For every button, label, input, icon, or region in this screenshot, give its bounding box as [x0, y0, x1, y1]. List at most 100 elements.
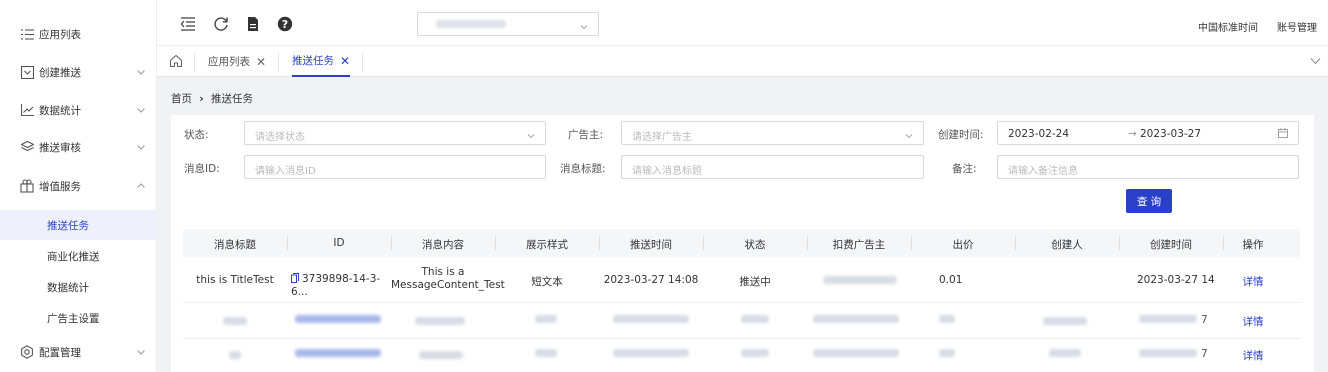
document-icon[interactable]	[245, 16, 261, 32]
refresh-icon[interactable]	[213, 16, 229, 32]
query-button[interactable]: 查 询	[1126, 189, 1172, 213]
table-header-cell: 创建时间	[1150, 239, 1192, 251]
chevron-up-icon	[136, 181, 146, 191]
redacted-cell	[939, 349, 955, 357]
redacted-cell	[1043, 317, 1087, 325]
gear-icon	[20, 345, 34, 359]
tab-app-list[interactable]: 应用列表 ✕	[208, 46, 266, 77]
created-date-range[interactable]: 2023-02-24 → 2023-03-27	[997, 121, 1299, 145]
sidebar-sub-item-advertiser-settings[interactable]: 广告主设置	[0, 303, 157, 333]
redacted-cell	[415, 317, 465, 325]
sidebar-item-label: 创建推送	[39, 66, 81, 79]
remark-input[interactable]: 请输入备注信息	[997, 155, 1299, 179]
line-chart-icon	[20, 103, 34, 117]
message-title-input[interactable]: 请输入消息标题	[621, 155, 924, 179]
redacted-cell	[295, 349, 381, 357]
tab-separator	[194, 52, 195, 72]
close-icon[interactable]: ✕	[256, 55, 266, 69]
redacted-cell	[741, 349, 769, 357]
sidebar-item-label: 数据统计	[39, 104, 81, 117]
account-management-link[interactable]: 账号管理	[1277, 19, 1317, 34]
detail-link[interactable]: 详情	[1213, 348, 1293, 363]
table-row: 7 详情	[183, 303, 1300, 339]
redacted-cell	[419, 351, 463, 359]
tab-label: 推送任务	[292, 55, 334, 67]
cell-created-time: 2023-03-27 14	[1137, 274, 1215, 286]
cell-content-line: This is a	[421, 266, 465, 278]
chevron-down-icon	[580, 21, 588, 30]
cell-bid: 0.01	[939, 274, 963, 286]
redacted-advertiser	[823, 276, 897, 284]
sidebar-item-value-added[interactable]: 增值服务	[0, 172, 157, 200]
cell-status: 推送中	[739, 276, 771, 288]
sidebar-item-app-list[interactable]: 应用列表	[0, 20, 157, 48]
sidebar-item-create-push[interactable]: 创建推送	[0, 58, 157, 86]
created-time-label: 创建时间:	[938, 129, 984, 141]
table-header-cell: 操作	[1242, 239, 1264, 251]
sidebar-sub-item-label: 广告主设置	[47, 312, 100, 325]
redacted-app-name	[436, 20, 506, 28]
message-id-input[interactable]: 请输入消息ID	[244, 155, 546, 179]
status-label: 状态:	[184, 129, 209, 141]
breadcrumb-home[interactable]: 首页	[171, 93, 192, 105]
tab-bar: 应用列表 ✕ 推送任务 ✕	[157, 45, 1328, 77]
detail-link[interactable]: 详情	[1213, 314, 1293, 329]
home-icon[interactable]	[169, 54, 183, 71]
table-header-cell: ID	[333, 237, 345, 249]
sidebar-item-config[interactable]: 配置管理	[0, 338, 157, 366]
table-header-cell: 状态	[744, 239, 766, 251]
chevron-down-icon[interactable]	[1310, 56, 1321, 69]
date-end[interactable]: 2023-03-27	[1140, 128, 1201, 140]
redacted-cell	[813, 349, 899, 357]
cell-push-time: 2023-03-27 14:08	[603, 274, 699, 286]
redacted-cell	[1139, 315, 1197, 323]
app-select[interactable]	[417, 12, 599, 36]
redacted-cell	[613, 315, 689, 323]
detail-link[interactable]: 详情	[1213, 274, 1293, 289]
advertiser-select[interactable]: 请选择广告主	[621, 121, 924, 145]
table-header-cell: 展示样式	[526, 239, 568, 251]
table-header-cell: 消息内容	[422, 239, 464, 251]
cell-content: This is a MessageContent_Test	[391, 266, 505, 292]
help-icon[interactable]: ?	[277, 16, 293, 32]
advertiser-placeholder: 请选择广告主	[632, 132, 692, 143]
table-header-cell: 推送时间	[630, 239, 672, 251]
chevron-down-icon	[905, 130, 913, 139]
list-icon	[20, 27, 34, 41]
redacted-cell	[939, 315, 955, 323]
cell-content-line: MessageContent_Test	[391, 279, 505, 291]
chevron-down-icon	[136, 347, 146, 357]
redacted-cell	[295, 315, 381, 323]
calendar-icon	[1278, 128, 1288, 141]
sidebar-item-statistics[interactable]: 数据统计	[0, 96, 157, 124]
tab-label: 应用列表	[208, 56, 250, 68]
copy-icon[interactable]	[291, 273, 299, 286]
date-start[interactable]: 2023-02-24	[1008, 128, 1069, 140]
sidebar-item-push-review[interactable]: 推送审核	[0, 133, 157, 161]
sidebar-item-label: 应用列表	[39, 28, 81, 41]
status-select[interactable]: 请选择状态	[244, 121, 546, 145]
remark-label: 备注:	[952, 163, 977, 175]
table-header-cell: 出价	[952, 239, 974, 251]
breadcrumb: 首页 › 推送任务	[171, 91, 253, 106]
sidebar-item-label: 配置管理	[39, 346, 81, 359]
close-icon[interactable]: ✕	[340, 54, 350, 68]
timezone-label[interactable]: 中国标准时间	[1198, 19, 1258, 34]
breadcrumb-separator: ›	[199, 93, 204, 105]
redacted-cell	[535, 349, 557, 357]
tab-separator	[362, 52, 363, 72]
gift-icon	[20, 179, 34, 193]
content-panel: 状态: 请选择状态 广告主: 请选择广告主 创建时间: 2023-02-24 →…	[171, 115, 1314, 372]
collapse-menu-icon[interactable]	[180, 16, 196, 32]
message-square-icon	[20, 65, 34, 79]
sidebar-sub-item-commercial-push[interactable]: 商业化推送	[0, 241, 157, 271]
cell-created-time-tail: 7	[1201, 348, 1208, 360]
table-row: 7 详情	[183, 339, 1300, 372]
sidebar-sub-item-label: 商业化推送	[47, 250, 100, 263]
sidebar-sub-item-statistics[interactable]: 数据统计	[0, 272, 157, 302]
tab-separator	[278, 52, 279, 72]
sidebar-sub-item-push-task[interactable]: 推送任务	[0, 210, 157, 240]
sidebar-sub-item-label: 数据统计	[47, 281, 89, 294]
message-id-placeholder: 请输入消息ID	[255, 166, 316, 177]
tab-push-task[interactable]: 推送任务 ✕	[292, 46, 351, 77]
